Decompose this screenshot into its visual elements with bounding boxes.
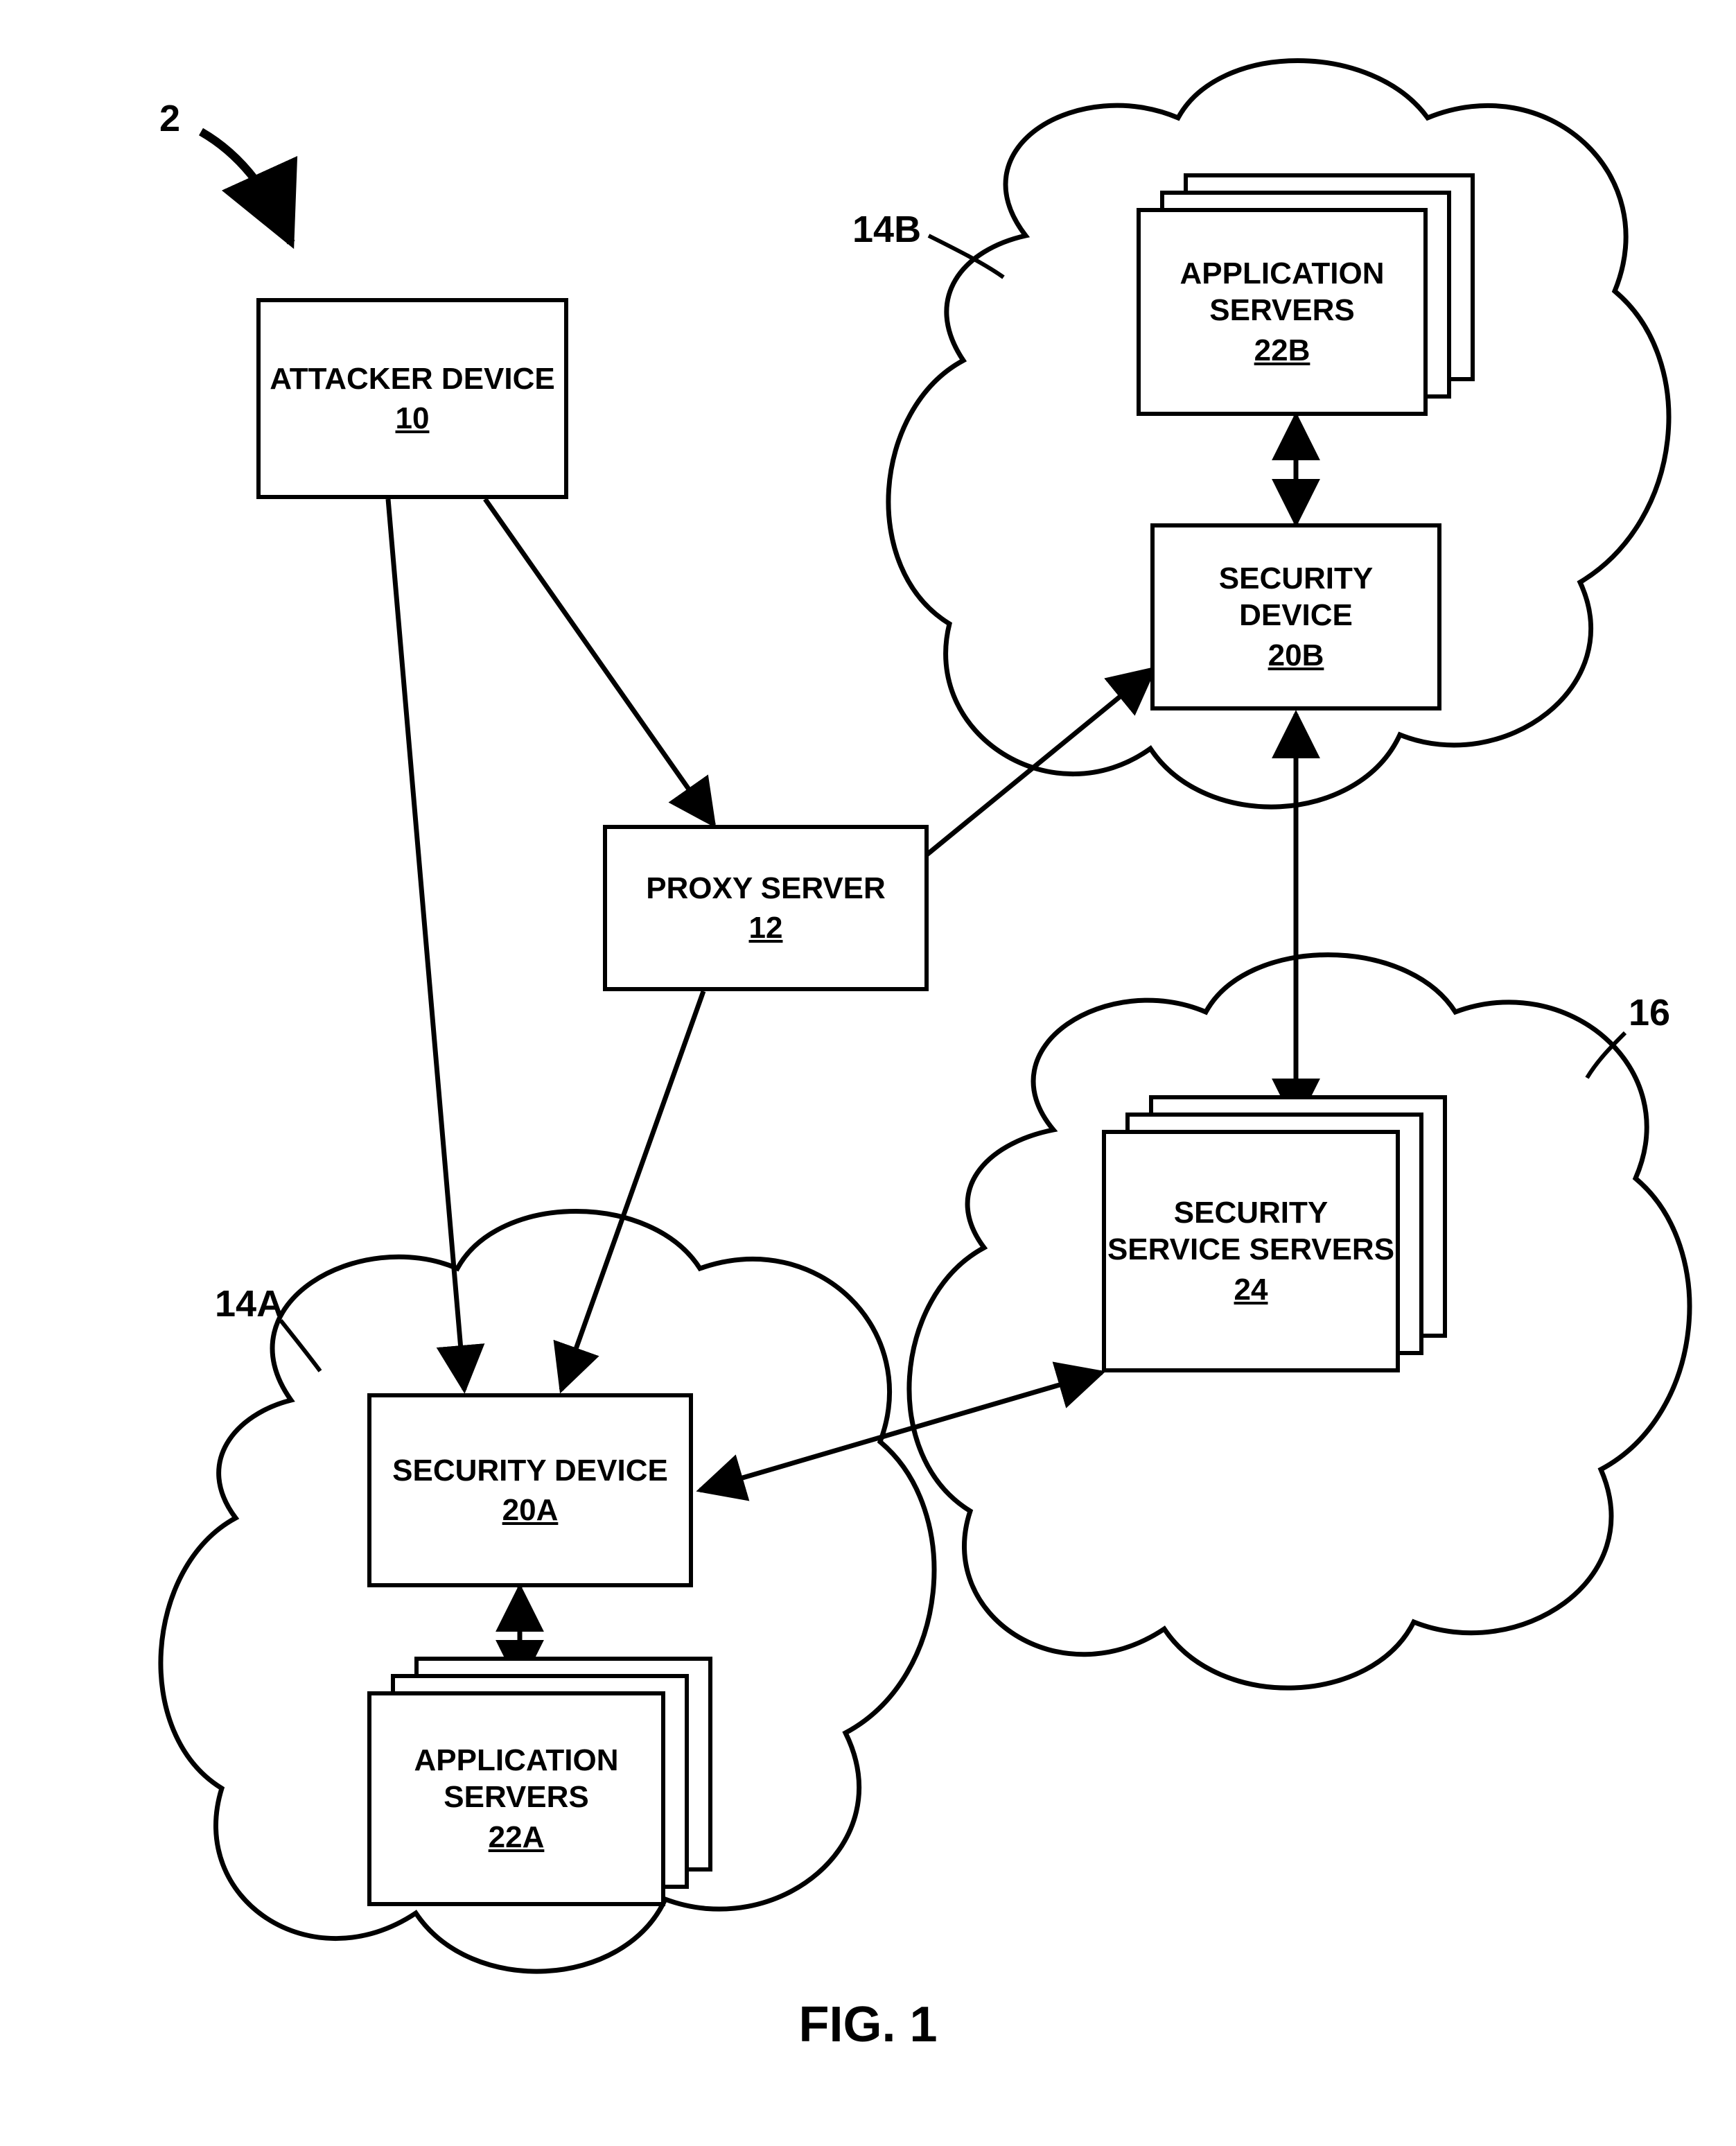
figure-ref-main: 2 [159,97,180,140]
apps-b-title: APPLICATION SERVERS [1141,256,1423,329]
sec-b-ref: 20B [1268,638,1324,673]
cloud-label-14b: 14B [852,208,921,251]
app-servers-22a-stack: APPLICATION SERVERS 22A [367,1657,728,1913]
sec-a-ref: 20A [502,1493,559,1528]
attacker-device-box: ATTACKER DEVICE 10 [256,298,568,499]
app-servers-22b-stack: APPLICATION SERVERS 22B [1137,173,1483,423]
proxy-ref: 12 [749,911,783,945]
figure-caption: FIG. 1 [0,1996,1736,2053]
apps-a-title: APPLICATION SERVERS [371,1743,661,1816]
apps-a-ref: 22A [489,1820,545,1855]
diagram-stage: 2 14B 16 14A ATTACKER DEVICE 10 PROXY SE… [0,0,1736,2146]
apps-b-ref: 22B [1254,333,1310,368]
cloud-label-16: 16 [1629,991,1670,1034]
arrow-attacker-proxy [485,499,714,825]
security-device-20b-box: SECURITY DEVICE 20B [1150,523,1441,710]
security-service-servers-stack: SECURITY SERVICE SERVERS 24 [1102,1095,1462,1379]
sec-b-title: SECURITY DEVICE [1160,561,1432,634]
svc-ref: 24 [1234,1273,1268,1307]
security-device-20a-box: SECURITY DEVICE 20A [367,1393,693,1587]
attacker-ref: 10 [396,401,430,436]
sec-a-title: SECURITY DEVICE [392,1453,668,1490]
attacker-title: ATTACKER DEVICE [270,361,555,398]
cloud-label-14a: 14A [215,1282,283,1325]
proxy-title: PROXY SERVER [646,871,886,907]
proxy-server-box: PROXY SERVER 12 [603,825,929,991]
figure-ref-arrow [201,132,291,243]
svc-title: SECURITY SERVICE SERVERS [1106,1195,1396,1268]
